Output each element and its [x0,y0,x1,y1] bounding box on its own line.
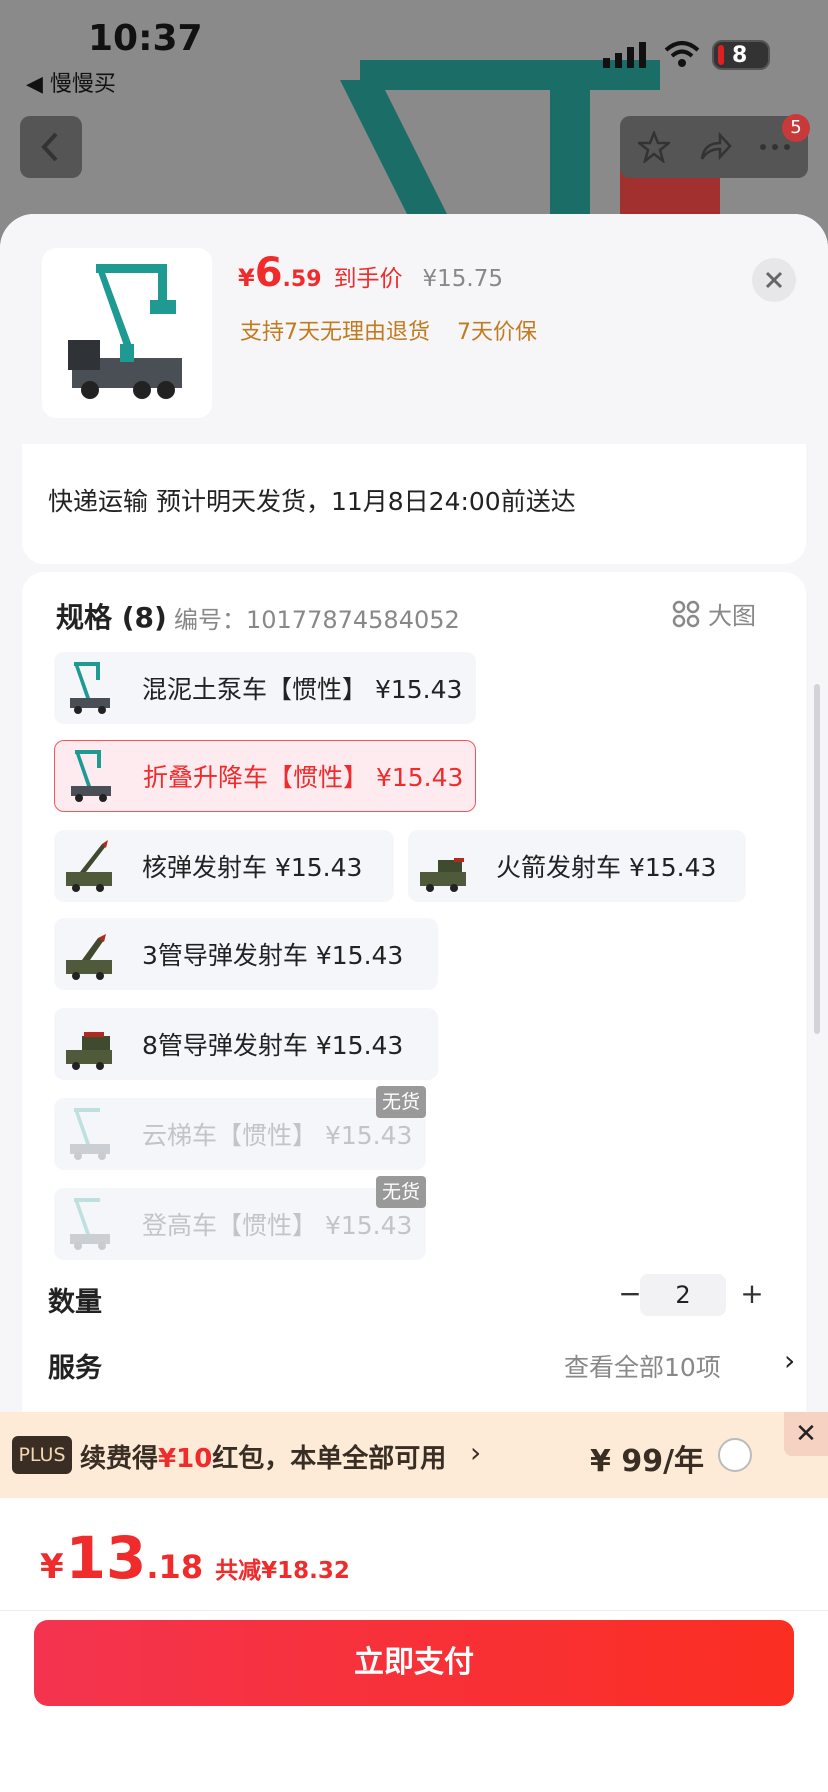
grid-icon [672,600,700,627]
chevron-left-icon [41,132,58,162]
plus-select-radio[interactable] [718,1438,752,1472]
sheet-header: ¥ 6 .59 到手价 ¥15.75 支持7天无理由退货 7天价保 [0,214,828,444]
crane-truck-image [70,1108,110,1160]
spec-option-selected[interactable]: 折叠升降车【惯性】 ¥15.43 [54,740,476,812]
share-icon[interactable] [698,131,732,163]
nav-action-group [620,116,808,178]
price-label: 到手价 [333,266,403,292]
big-picture-toggle[interactable]: 大图 [672,596,756,631]
quantity-increase-button[interactable]: + [730,1272,774,1316]
spec-option[interactable]: 核弹发射车 ¥15.43 [54,830,394,902]
spec-option[interactable]: 3管导弹发射车 ¥15.43 [54,918,438,990]
spec-option[interactable]: 火箭发射车 ¥15.43 [408,830,746,902]
spec-option-label: 折叠升降车【惯性】 ¥15.43 [143,763,464,792]
return-policy: 支持7天无理由退货 [240,320,430,345]
pay-now-button[interactable]: 立即支付 [34,1620,794,1706]
back-to-app-link[interactable]: ◀ 慢慢买 [26,66,116,98]
spec-option[interactable]: 混泥土泵车【惯性】 ¥15.43 [54,652,476,724]
out-of-stock-badge: 无货 [376,1176,426,1208]
original-price: ¥15.75 [422,266,504,292]
scrollbar[interactable] [814,684,820,1034]
spec-option-label: 8管导弹发射车 ¥15.43 [142,1031,404,1060]
spec-option-label: 火箭发射车 ¥15.43 [496,853,717,882]
close-icon [765,271,783,289]
wifi-icon [664,41,700,67]
chevron-right-icon[interactable]: › [470,1436,481,1469]
spec-option-unavailable: 登高车【惯性】 ¥15.43 [54,1188,426,1260]
total-savings: 共减¥18.32 [215,1558,350,1584]
plus-promo-text: 续费得¥10红包，本单全部可用 [80,1444,447,1474]
cellular-signal-icon [603,42,646,68]
spec-option-unavailable: 云梯车【惯性】 ¥15.43 [54,1098,426,1170]
battery-icon: 8 [712,40,770,70]
crane-truck-image [71,750,111,802]
star-icon[interactable] [638,131,670,163]
product-thumbnail[interactable] [42,248,212,418]
product-price: ¥ 6 .59 到手价 ¥15.75 [238,250,503,310]
spec-option-label: 云梯车【惯性】 ¥15.43 [142,1121,413,1150]
battery-level: 8 [732,43,748,68]
price-decimal: .59 [282,267,322,292]
plus-price: ¥ 99/年 [590,1444,705,1479]
spec-option-label: 混泥土泵车【惯性】 ¥15.43 [142,675,463,704]
spec-option-label: 登高车【惯性】 ¥15.43 [142,1211,413,1240]
quantity-value[interactable]: 2 [640,1274,726,1316]
service-label: 服务 [48,1353,102,1384]
big-picture-label: 大图 [708,602,756,630]
crane-truck-image [70,1198,110,1250]
rocket-truck-image [420,858,466,892]
price-protection: 7天价保 [457,320,537,345]
close-banner-button[interactable]: ✕ [784,1412,828,1456]
plus-bonus-amount: ¥10 [158,1444,213,1474]
product-code: 编号：10177874584052 [174,606,460,634]
spec-option[interactable]: 8管导弹发射车 ¥15.43 [54,1008,438,1080]
price-integer: 6 [254,250,283,296]
plus-badge: PLUS [12,1436,72,1474]
close-sheet-button[interactable] [752,258,796,302]
view-all-services-link[interactable]: 查看全部10项 [564,1348,721,1384]
out-of-stock-badge: 无货 [376,1086,426,1118]
divider [0,1610,828,1611]
missile-truck-image [66,840,112,892]
spec-option-label: 3管导弹发射车 ¥15.43 [142,941,404,970]
total-decimal: .18 [146,1548,204,1586]
spec-option-label: 核弹发射车 ¥15.43 [142,853,363,882]
spec-title: 规格 (8) [56,601,167,634]
price-symbol: ¥ [238,264,255,292]
crane-truck-image [70,662,110,714]
shipping-info: 快递运输 预计明天发货，11月8日24:00前送达 [48,487,576,516]
back-button[interactable] [20,116,82,178]
total-integer: 13 [65,1524,147,1592]
plus-membership-banner[interactable]: PLUS 续费得¥10红包，本单全部可用 › ¥ 99/年 [0,1412,828,1498]
status-time: 10:37 [88,18,203,59]
checkout-bar: ¥ 13 .18 共减¥18.32 立即支付 [0,1498,828,1792]
missile-truck-image [66,934,112,980]
quantity-label: 数量 [48,1287,102,1318]
total-symbol: ¥ [40,1547,64,1587]
policy-line: 支持7天无理由退货 7天价保 [240,314,557,346]
status-bar: 10:37 ◀ 慢慢买 8 [0,0,828,100]
notification-badge: 5 [782,114,810,142]
chevron-right-icon[interactable]: › [784,1344,795,1377]
shipping-card: 快递运输 预计明天发货，11月8日24:00前送达 [22,444,806,564]
rocket-truck-image [66,1032,112,1070]
total-price: ¥ 13 .18 共减¥18.32 [40,1524,350,1592]
